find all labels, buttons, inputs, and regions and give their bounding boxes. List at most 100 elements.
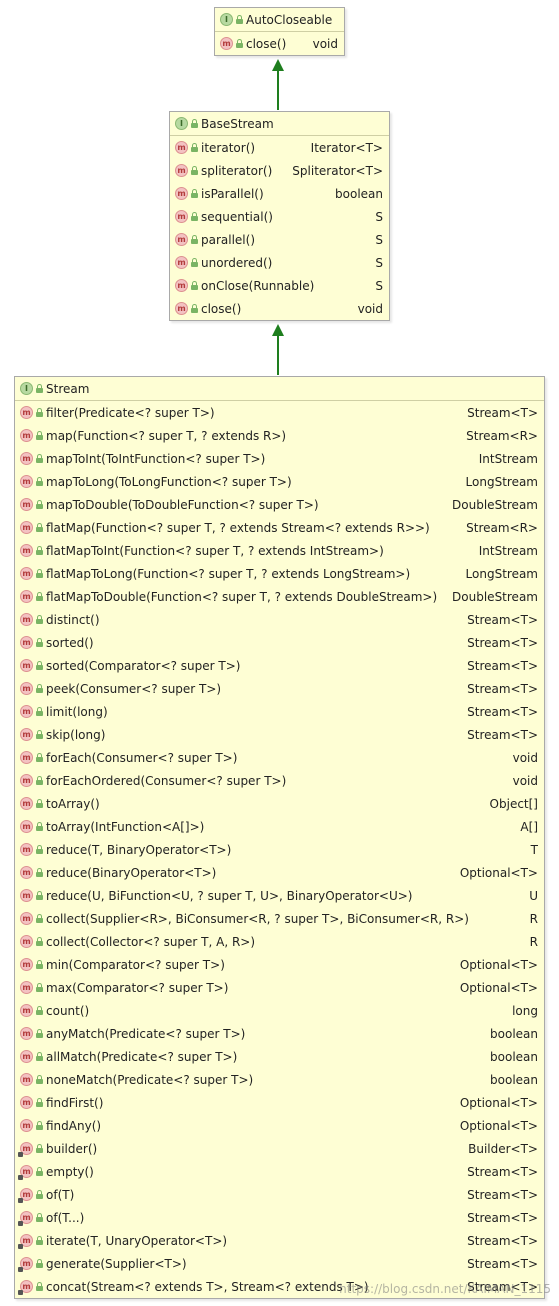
method-row[interactable]: m empty() Stream<T>: [15, 1160, 544, 1183]
method-row[interactable]: m iterator() Iterator<T>: [170, 136, 389, 159]
method-icon: m: [20, 728, 33, 741]
method-row[interactable]: m toArray() Object[]: [15, 792, 544, 815]
method-icon: m: [20, 1119, 33, 1132]
method-row[interactable]: m noneMatch(Predicate<? super T>) boolean: [15, 1068, 544, 1091]
method-signature: flatMap(Function<? super T, ? extends St…: [46, 520, 430, 535]
method-signature: flatMapToInt(Function<? super T, ? exten…: [46, 543, 384, 558]
method-row[interactable]: m generate(Supplier<T>) Stream<T>: [15, 1252, 544, 1275]
method-row[interactable]: m min(Comparator<? super T>) Optional<T>: [15, 953, 544, 976]
static-marker-icon: [18, 1267, 23, 1272]
public-lock-icon: [236, 15, 243, 24]
method-row[interactable]: m sorted(Comparator<? super T>) Stream<T>: [15, 654, 544, 677]
method-row[interactable]: m isParallel() boolean: [170, 182, 389, 205]
method-row[interactable]: m sorted() Stream<T>: [15, 631, 544, 654]
method-return-type: Optional<T>: [459, 865, 538, 880]
public-lock-icon: [36, 891, 43, 900]
method-row[interactable]: m skip(long) Stream<T>: [15, 723, 544, 746]
method-row[interactable]: m sequential() S: [170, 205, 389, 228]
method-row[interactable]: m collect(Collector<? super T, A, R>) R: [15, 930, 544, 953]
public-lock-icon: [36, 1167, 43, 1176]
method-row[interactable]: m flatMapToInt(Function<? super T, ? exte…: [15, 539, 544, 562]
static-method-icon: m: [18, 1142, 33, 1157]
method-signature: sorted(Comparator<? super T>): [46, 658, 241, 673]
method-row[interactable]: m forEach(Consumer<? super T>) void: [15, 746, 544, 769]
method-signature: unordered(): [201, 255, 273, 270]
method-icon: m: [175, 164, 188, 177]
method-row[interactable]: m flatMapToDouble(Function<? super T, ? e…: [15, 585, 544, 608]
method-row[interactable]: m map(Function<? super T, ? extends R>) St…: [15, 424, 544, 447]
method-row[interactable]: m forEachOrdered(Consumer<? super T>) void: [15, 769, 544, 792]
method-icon: m: [20, 613, 33, 626]
method-row[interactable]: m allMatch(Predicate<? super T>) boolean: [15, 1045, 544, 1068]
public-lock-icon: [191, 166, 198, 175]
method-icon: m: [175, 187, 188, 200]
method-row[interactable]: m anyMatch(Predicate<? super T>) boolean: [15, 1022, 544, 1045]
method-return-type: Stream<T>: [467, 1233, 538, 1248]
method-return-type: U: [529, 888, 538, 903]
method-return-type: Optional<T>: [459, 957, 538, 972]
method-row[interactable]: m parallel() S: [170, 228, 389, 251]
public-lock-icon: [36, 1144, 43, 1153]
method-return-type: void: [512, 750, 538, 765]
method-signature: forEach(Consumer<? super T>): [46, 750, 238, 765]
static-marker-icon: [18, 1198, 23, 1203]
watermark: https://blog.csdn.net/KAIMAN_1115: [339, 1282, 551, 1296]
public-lock-icon: [36, 1259, 43, 1268]
method-row[interactable]: m of(T...) Stream<T>: [15, 1206, 544, 1229]
autocloseable-box[interactable]: I AutoCloseable m close() void: [214, 7, 345, 56]
method-row[interactable]: m close() void: [170, 297, 389, 320]
method-row[interactable]: m mapToDouble(ToDoubleFunction<? super T>…: [15, 493, 544, 516]
method-row[interactable]: m collect(Supplier<R>, BiConsumer<R, ? su…: [15, 907, 544, 930]
method-row[interactable]: m mapToInt(ToIntFunction<? super T>) IntSt…: [15, 447, 544, 470]
autocloseable-title: AutoCloseable: [246, 12, 333, 27]
method-row[interactable]: m iterate(T, UnaryOperator<T>) Stream<T>: [15, 1229, 544, 1252]
method-signature: toArray(): [46, 796, 100, 811]
method-return-type: LongStream: [465, 566, 538, 581]
method-row[interactable]: m spliterator() Spliterator<T>: [170, 159, 389, 182]
arrow-line: [277, 335, 279, 375]
method-row[interactable]: m filter(Predicate<? super T>) Stream<T>: [15, 401, 544, 424]
method-signature: sorted(): [46, 635, 94, 650]
public-lock-icon: [191, 281, 198, 290]
method-row[interactable]: m builder() Builder<T>: [15, 1137, 544, 1160]
method-signature: iterate(T, UnaryOperator<T>): [46, 1233, 228, 1248]
method-signature: flatMapToLong(Function<? super T, ? exte…: [46, 566, 411, 581]
method-row[interactable]: m reduce(T, BinaryOperator<T>) T: [15, 838, 544, 861]
static-method-icon: m: [18, 1280, 33, 1295]
method-return-type: void: [512, 773, 538, 788]
method-row[interactable]: m reduce(BinaryOperator<T>) Optional<T>: [15, 861, 544, 884]
method-return-type: boolean: [490, 1072, 538, 1087]
public-lock-icon: [36, 1121, 43, 1130]
method-row[interactable]: m count() long: [15, 999, 544, 1022]
method-return-type: Stream<T>: [467, 635, 538, 650]
basestream-box[interactable]: I BaseStream m iterator() Iterator<T> m spli…: [169, 111, 390, 321]
method-row[interactable]: m limit(long) Stream<T>: [15, 700, 544, 723]
method-row[interactable]: m reduce(U, BiFunction<U, ? super T, U>, …: [15, 884, 544, 907]
method-row[interactable]: m distinct() Stream<T>: [15, 608, 544, 631]
method-row[interactable]: m findFirst() Optional<T>: [15, 1091, 544, 1114]
method-row[interactable]: m unordered() S: [170, 251, 389, 274]
method-row[interactable]: m flatMap(Function<? super T, ? extends S…: [15, 516, 544, 539]
public-lock-icon: [191, 189, 198, 198]
method-row[interactable]: m findAny() Optional<T>: [15, 1114, 544, 1137]
method-signature: filter(Predicate<? super T>): [46, 405, 215, 420]
method-row[interactable]: m max(Comparator<? super T>) Optional<T>: [15, 976, 544, 999]
method-icon: m: [175, 141, 188, 154]
method-signature: empty(): [46, 1164, 94, 1179]
stream-box[interactable]: I Stream m filter(Predicate<? super T>) St…: [14, 376, 545, 1299]
method-icon: m: [20, 843, 33, 856]
method-row[interactable]: m close() void: [215, 32, 344, 55]
method-row[interactable]: m onClose(Runnable) S: [170, 274, 389, 297]
method-signature: collect(Collector<? super T, A, R>): [46, 934, 256, 949]
public-lock-icon: [36, 914, 43, 923]
method-row[interactable]: m toArray(IntFunction<A[]>) A[]: [15, 815, 544, 838]
method-row[interactable]: m of(T) Stream<T>: [15, 1183, 544, 1206]
method-icon: m: [220, 37, 233, 50]
method-row[interactable]: m flatMapToLong(Function<? super T, ? ext…: [15, 562, 544, 585]
method-signature: reduce(U, BiFunction<U, ? super T, U>, B…: [46, 888, 413, 903]
public-lock-icon: [36, 776, 43, 785]
method-row[interactable]: m mapToLong(ToLongFunction<? super T>) Lon…: [15, 470, 544, 493]
method-row[interactable]: m peek(Consumer<? super T>) Stream<T>: [15, 677, 544, 700]
method-icon: m: [20, 1073, 33, 1086]
method-return-type: void: [312, 36, 338, 51]
